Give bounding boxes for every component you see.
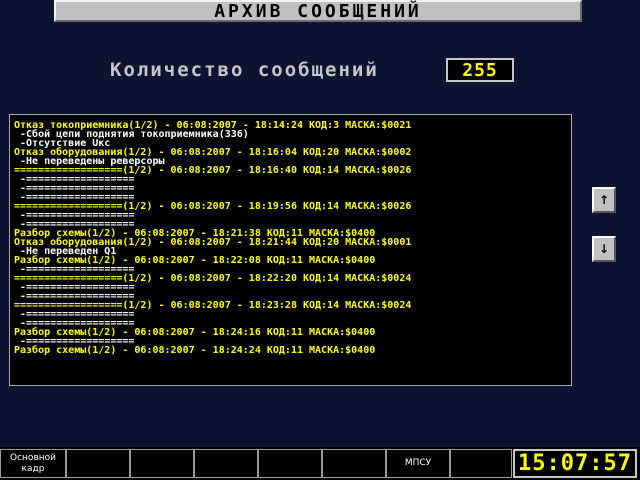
message-count-box: 255 bbox=[446, 58, 514, 82]
log-line: Разбор схемы(1/2) - 06:08:2007 - 18:24:2… bbox=[14, 345, 376, 356]
fkey-8[interactable] bbox=[450, 449, 512, 478]
title-bar: АРХИВ СООБЩЕНИЙ bbox=[54, 0, 582, 22]
fkey-5[interactable] bbox=[258, 449, 322, 478]
message-count-label: Количество сообщений bbox=[110, 59, 379, 81]
scroll-down-button[interactable]: ↓ bbox=[592, 236, 616, 262]
arrow-up-icon: ↑ bbox=[598, 193, 610, 207]
fkey-label: МПСУ bbox=[404, 458, 432, 468]
message-count-value: 255 bbox=[462, 59, 498, 81]
scroll-up-button[interactable]: ↑ bbox=[592, 187, 616, 213]
page-title: АРХИВ СООБЩЕНИЙ bbox=[214, 0, 422, 22]
arrow-down-icon: ↓ bbox=[598, 242, 610, 256]
fkey-3[interactable] bbox=[130, 449, 194, 478]
message-log-panel[interactable]: Отказ токоприемника(1/2) - 06:08:2007 - … bbox=[9, 114, 572, 386]
fkey-osnovnoy-kadr[interactable]: Основной кадр bbox=[0, 449, 66, 478]
fkey-2[interactable] bbox=[66, 449, 130, 478]
fkey-label: Основной кадр bbox=[10, 452, 56, 474]
fkey-6[interactable] bbox=[322, 449, 386, 478]
clock-display: 15:07:57 bbox=[513, 449, 637, 478]
fkey-mpsu[interactable]: МПСУ bbox=[386, 449, 450, 478]
clock-time: 15:07:57 bbox=[518, 451, 632, 476]
fkey-4[interactable] bbox=[194, 449, 258, 478]
